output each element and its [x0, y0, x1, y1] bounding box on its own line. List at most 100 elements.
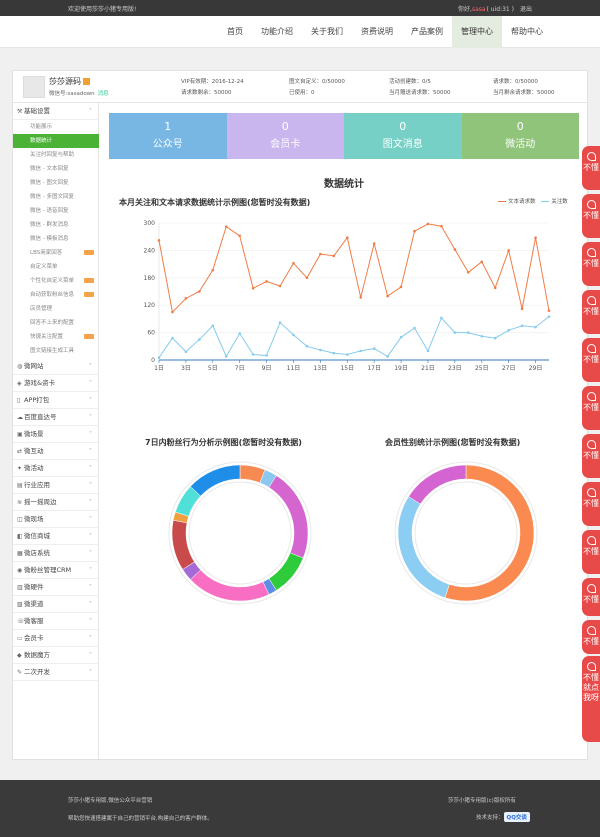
data-point[interactable] — [520, 307, 524, 311]
data-point[interactable] — [413, 229, 416, 233]
nav-item[interactable]: 管理中心 — [452, 16, 502, 48]
data-point[interactable] — [157, 239, 161, 242]
data-point[interactable] — [534, 325, 537, 329]
sidebar-sub-item[interactable]: 自动获取粉丝信息 — [13, 288, 98, 302]
sidebar-group[interactable]: ▤行业应用 ˅ — [13, 477, 98, 494]
data-point[interactable] — [426, 222, 430, 226]
help-tab[interactable]: 不懂 — [582, 194, 600, 238]
data-point[interactable] — [292, 333, 295, 337]
summary-tile[interactable]: 0 微活动 — [461, 113, 579, 159]
username-link[interactable]: sasa — [472, 6, 486, 13]
donut-slice[interactable] — [397, 496, 450, 598]
data-point[interactable] — [440, 316, 443, 320]
sidebar-group[interactable]: ▣微场景 ˅ — [13, 426, 98, 443]
help-tab[interactable]: 不懂就点我呀 — [582, 656, 600, 742]
data-point[interactable] — [184, 297, 188, 300]
summary-tile[interactable]: 1 公众号 — [109, 113, 227, 159]
data-point[interactable] — [426, 349, 430, 353]
sidebar-sub-item[interactable]: 回答不上来的配置 — [13, 316, 98, 330]
help-tab[interactable]: 不懂 — [582, 242, 600, 286]
data-point[interactable] — [211, 324, 215, 328]
data-point[interactable] — [224, 225, 228, 228]
data-point[interactable] — [480, 334, 484, 338]
data-point[interactable] — [251, 353, 255, 356]
data-point[interactable] — [534, 236, 537, 239]
sidebar-sub-item[interactable]: 功能展示 — [13, 120, 98, 134]
data-point[interactable] — [386, 355, 389, 358]
message-link[interactable]: 消息 — [98, 91, 109, 97]
sidebar-sub-item[interactable]: 自定义菜单 — [13, 260, 98, 274]
data-point[interactable] — [157, 356, 161, 360]
data-point[interactable] — [171, 336, 174, 340]
data-point[interactable] — [345, 353, 349, 356]
help-tab[interactable]: 不懂 — [582, 482, 600, 526]
sidebar-sub-item[interactable]: 微信 - 图文回复 — [13, 176, 98, 190]
summary-tile[interactable]: 0 会员卡 — [226, 113, 344, 159]
sidebar-group[interactable]: ✎ 二次开发 ˅ — [13, 664, 98, 681]
data-point[interactable] — [467, 331, 470, 334]
data-point[interactable] — [453, 331, 457, 334]
sidebar-sub-item[interactable]: 个性化自定义菜单 — [13, 274, 98, 288]
donut-slice[interactable] — [444, 464, 535, 602]
sidebar-group[interactable]: ▭会员卡 ˅ — [13, 630, 98, 647]
summary-tile[interactable]: 0 图文消息 — [344, 113, 462, 159]
help-tab[interactable]: 不懂 — [582, 620, 600, 654]
nav-item[interactable]: 帮助中心 — [502, 16, 552, 48]
sidebar-group[interactable]: ⚒ 基础设置 ˄ — [13, 103, 98, 120]
sidebar-group[interactable]: ◧微信商城 ˅ — [13, 528, 98, 545]
nav-item[interactable]: 产品案例 — [402, 16, 452, 48]
data-point[interactable] — [198, 338, 201, 341]
donut-slice[interactable] — [268, 552, 304, 591]
sidebar-group[interactable]: ✦ 微活动 ˅ — [13, 460, 98, 477]
data-point[interactable] — [184, 350, 188, 354]
sidebar-group[interactable]: ▧微渠道 ˅ — [13, 596, 98, 613]
data-point[interactable] — [305, 276, 309, 280]
help-tab[interactable]: 不懂 — [582, 290, 600, 334]
data-point[interactable] — [372, 242, 376, 245]
data-point[interactable] — [319, 252, 322, 256]
donut-slice[interactable] — [190, 464, 241, 497]
data-point[interactable] — [359, 296, 363, 299]
sidebar-sub-item[interactable]: 图文链接生成工具 — [13, 344, 98, 358]
data-point[interactable] — [265, 354, 268, 357]
sidebar-group[interactable]: ⇄ 微互动 ˅ — [13, 443, 98, 460]
nav-item[interactable]: 关于我们 — [302, 16, 352, 48]
sidebar-sub-item[interactable]: 微信 - 语音回复 — [13, 204, 98, 218]
sidebar-sub-item[interactable]: 微信 - 多图文回复 — [13, 190, 98, 204]
sidebar-sub-item[interactable]: 微信 - 文本回复 — [13, 162, 98, 176]
data-point[interactable] — [305, 345, 309, 348]
sidebar-group[interactable]: ◉ 微粉丝管理CRM ˅ — [13, 562, 98, 579]
help-tab[interactable]: 不懂 — [582, 530, 600, 574]
sidebar-group[interactable]: ▯ APP打包 ˅ — [13, 392, 98, 409]
sidebar-group[interactable]: ☁百度直达号 ˅ — [13, 409, 98, 426]
sidebar-sub-item[interactable]: 数据统计 — [13, 134, 99, 148]
edit-icon[interactable] — [83, 78, 90, 85]
data-point[interactable] — [359, 349, 363, 353]
data-point[interactable] — [332, 254, 336, 258]
help-tab[interactable]: 不懂 — [582, 578, 600, 616]
data-point[interactable] — [265, 280, 268, 283]
help-tab[interactable]: 不懂 — [582, 338, 600, 382]
nav-item[interactable]: 功能介绍 — [252, 16, 302, 48]
sidebar-sub-item[interactable]: 快捷关注配置 — [13, 330, 98, 344]
data-point[interactable] — [453, 248, 457, 251]
sidebar-sub-item[interactable]: 关注时回复与帮助 — [13, 148, 98, 162]
help-tab[interactable]: 不懂 — [582, 146, 600, 190]
help-tab[interactable]: 不懂 — [582, 434, 600, 478]
data-point[interactable] — [211, 268, 215, 272]
data-point[interactable] — [547, 309, 551, 312]
sidebar-group[interactable]: ☏微客服 ˅ — [13, 613, 98, 630]
data-point[interactable] — [345, 236, 349, 239]
sidebar-sub-item[interactable]: LBS商家回答 — [13, 246, 98, 260]
data-point[interactable] — [507, 249, 510, 252]
sidebar-sub-item[interactable]: 微信 - 群发消息 — [13, 218, 98, 232]
data-point[interactable] — [467, 271, 470, 274]
sidebar-group[interactable]: ◈ 游戏&资卡 ˅ — [13, 375, 98, 392]
sidebar-group[interactable]: ◫微现场 ˅ — [13, 511, 98, 528]
help-tab[interactable]: 不懂 — [582, 386, 600, 430]
data-point[interactable] — [251, 287, 255, 290]
data-point[interactable] — [413, 326, 416, 330]
sidebar-group[interactable]: ≋ 摇一摇周边 ˅ — [13, 494, 98, 511]
data-point[interactable] — [480, 260, 484, 264]
sidebar-sub-item[interactable]: 微信 - 模板消息 — [13, 232, 98, 246]
